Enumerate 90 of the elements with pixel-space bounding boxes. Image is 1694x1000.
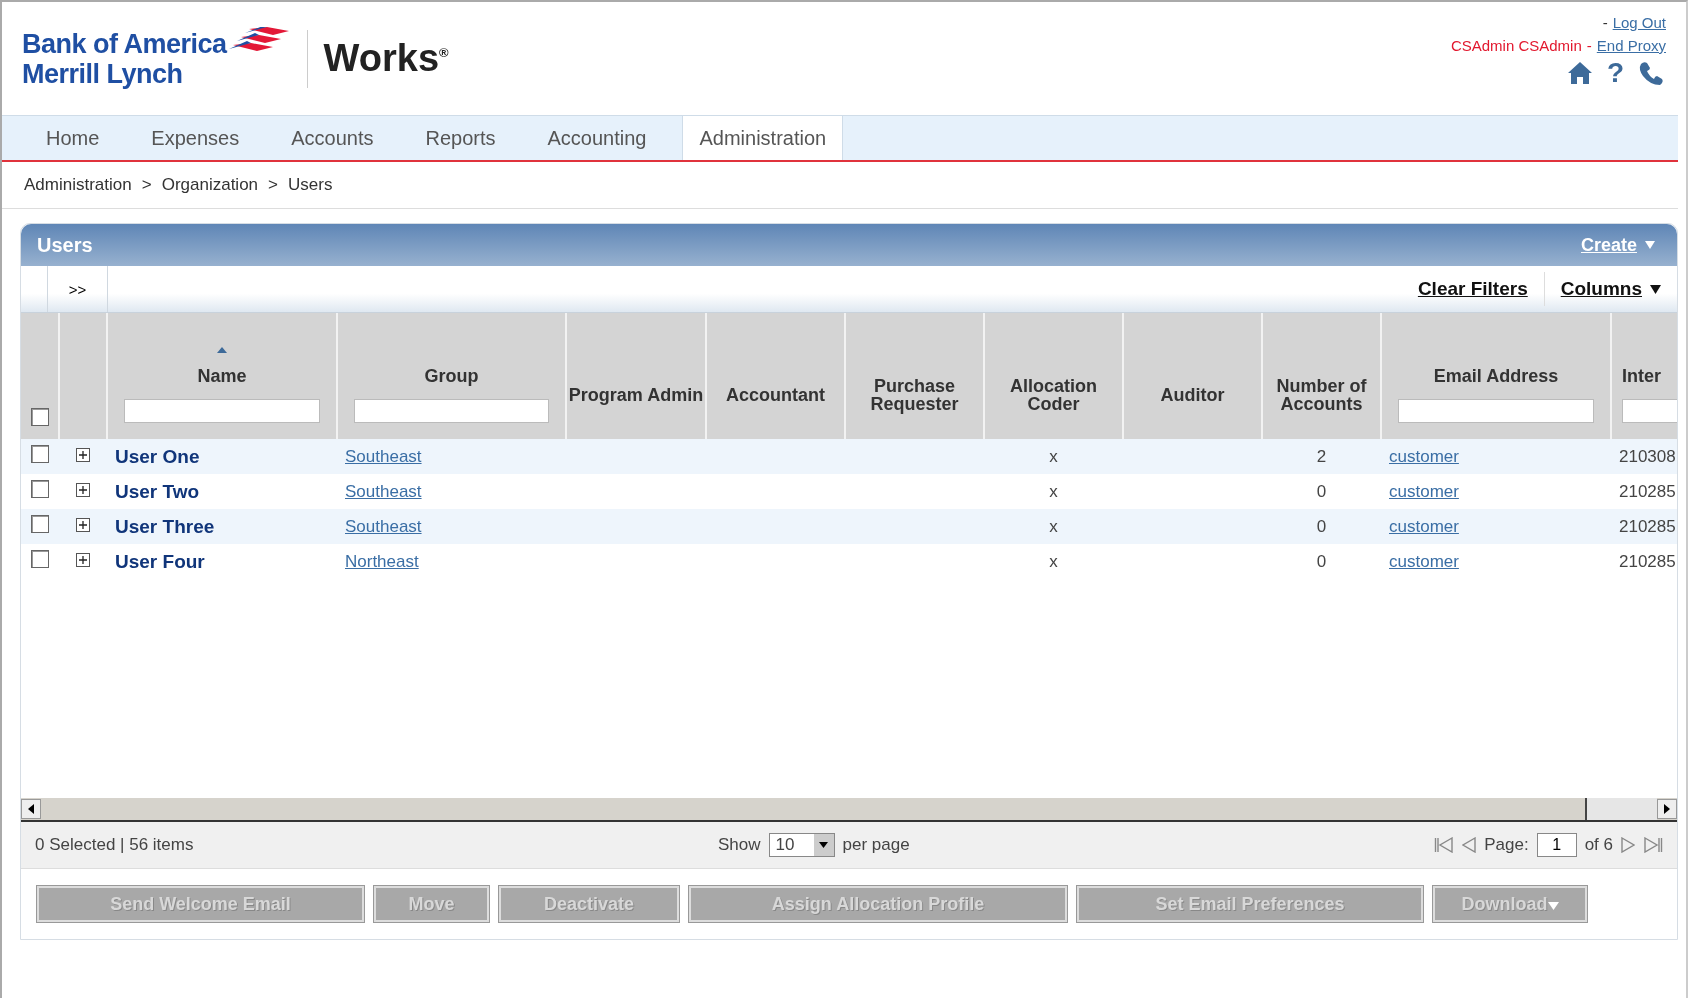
separator-text: -: [1586, 37, 1592, 54]
phone-icon[interactable]: [1638, 60, 1666, 86]
breadcrumb-separator: >: [141, 175, 152, 195]
column-header[interactable]: Auditor: [1160, 386, 1225, 404]
column-header[interactable]: Email Address: [1433, 367, 1559, 385]
user-name-cell[interactable]: User Four: [115, 550, 205, 572]
logo-text: Bank of America: [22, 28, 227, 59]
table-cell: 0: [1316, 551, 1327, 571]
table-cell: 210285: [1619, 516, 1676, 536]
scroll-right-icon: [1664, 804, 1670, 814]
scroll-thumb[interactable]: [1585, 798, 1657, 820]
table-link[interactable]: customer: [1389, 481, 1459, 501]
table-cell: 210308: [1619, 446, 1676, 466]
expand-icon[interactable]: [76, 552, 90, 567]
table-link[interactable]: customer: [1389, 446, 1459, 466]
page-label: Page:: [1484, 835, 1529, 855]
user-name-cell[interactable]: User Two: [115, 480, 200, 502]
user-name: CSAdmin CSAdmin: [1450, 37, 1582, 54]
table-link[interactable]: Southeast: [345, 446, 422, 466]
per-page-select[interactable]: 10: [768, 833, 835, 857]
nav-tab[interactable]: Reports: [399, 116, 522, 160]
breadcrumb-separator: >: [268, 175, 278, 195]
sort-ascending-icon: [217, 347, 227, 353]
expand-icon[interactable]: [76, 482, 90, 497]
breadcrumb-link[interactable]: Organization: [161, 175, 259, 195]
role-mark: x: [1049, 446, 1058, 466]
role-mark: x: [1049, 516, 1058, 536]
nav-tab[interactable]: Administration: [682, 116, 844, 160]
table-cell: 210285: [1619, 551, 1676, 571]
selection-summary: 0 Selected | 56 items: [35, 835, 194, 855]
logo-text: Merrill Lynch: [22, 58, 184, 89]
nav-tab[interactable]: Accounts: [265, 116, 400, 160]
role-mark: x: [1049, 481, 1058, 501]
column-header[interactable]: Name: [197, 367, 247, 385]
nav-tab[interactable]: Accounting: [521, 116, 673, 160]
role-mark: x: [1049, 551, 1058, 571]
column-header[interactable]: Accountant: [726, 386, 825, 404]
row-checkbox[interactable]: [31, 480, 49, 498]
table-link[interactable]: Southeast: [345, 481, 422, 501]
table-cell: 0: [1316, 516, 1327, 536]
clear-filters-link[interactable]: Clear Filters: [1401, 278, 1544, 300]
previous-page-icon[interactable]: [1462, 837, 1477, 853]
select-all-checkbox[interactable]: [31, 408, 49, 426]
end-proxy-link[interactable]: End Proxy: [1596, 37, 1666, 54]
row-checkbox[interactable]: [31, 550, 49, 568]
filter-field[interactable]: [123, 399, 321, 423]
table-cell: 0: [1316, 481, 1327, 501]
column-header[interactable]: Number of Accounts: [1263, 377, 1380, 413]
filter-field[interactable]: [353, 399, 550, 423]
caret-icon: [1645, 241, 1655, 249]
expand-button[interactable]: >>: [48, 266, 108, 312]
home-icon[interactable]: [1566, 61, 1593, 85]
expand-icon[interactable]: [76, 517, 90, 532]
product-name: Works$^{®}$: [323, 37, 449, 80]
expand-icon[interactable]: [76, 447, 90, 462]
breadcrumb-link[interactable]: Administration: [24, 175, 132, 195]
next-page-icon[interactable]: [1621, 837, 1635, 853]
row-checkbox[interactable]: [31, 445, 49, 463]
page-field[interactable]: 1: [1536, 833, 1577, 857]
panel-title: Users: [37, 233, 93, 257]
horizontal-scrollbar[interactable]: [21, 798, 1677, 822]
nav-tab[interactable]: Home: [20, 116, 126, 160]
caret-icon: [819, 842, 829, 848]
table-link[interactable]: Northeast: [345, 551, 419, 571]
column-header[interactable]: Inter: [1622, 367, 1661, 385]
row-checkbox[interactable]: [31, 515, 49, 533]
help-icon[interactable]: ?: [1606, 60, 1624, 86]
first-page-icon[interactable]: [1434, 837, 1455, 853]
nav-tab[interactable]: Expenses: [125, 116, 266, 160]
column-header[interactable]: Purchase Requester: [846, 377, 983, 413]
table-cell: 2: [1316, 446, 1327, 466]
table-link[interactable]: customer: [1389, 551, 1459, 571]
column-header[interactable]: Program Admin: [568, 386, 704, 404]
per-page-label: per page: [842, 835, 910, 855]
column-header[interactable]: Group: [424, 367, 479, 385]
table-link[interactable]: customer: [1389, 516, 1459, 536]
logout-link[interactable]: Log Out: [1612, 14, 1666, 31]
columns-menu[interactable]: Columns: [1544, 278, 1677, 300]
separator-text: -: [1602, 14, 1608, 31]
filter-field[interactable]: [1397, 399, 1595, 423]
last-page-icon[interactable]: [1643, 837, 1663, 853]
breadcrumb-link[interactable]: Users: [288, 175, 333, 195]
table-link[interactable]: Southeast: [345, 516, 422, 536]
scroll-left-icon: [28, 804, 34, 814]
show-label: Show: [718, 835, 761, 855]
caret-icon: [1650, 284, 1661, 294]
caret-icon: [1547, 901, 1559, 910]
column-header[interactable]: Allocation Coder: [985, 377, 1122, 413]
page-count: of 6: [1584, 835, 1613, 855]
table-cell: 210285: [1619, 481, 1676, 501]
